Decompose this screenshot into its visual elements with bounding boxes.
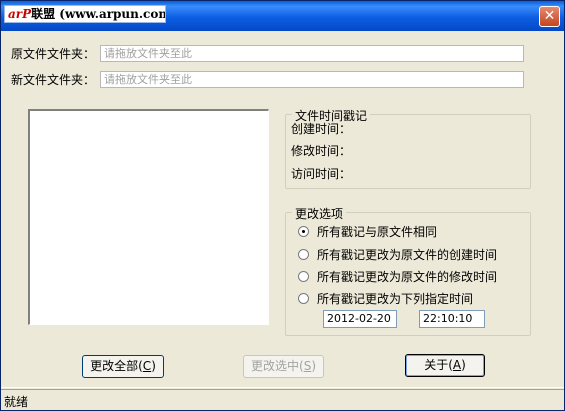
radio-use-specified[interactable]: 所有戳记更改为下列指定时间 bbox=[298, 290, 474, 306]
radio-dot-icon[interactable] bbox=[298, 293, 309, 304]
close-icon[interactable]: ✕ bbox=[539, 6, 560, 27]
file-list[interactable] bbox=[28, 109, 269, 325]
source-folder-label: 原文件文件夹： bbox=[11, 47, 96, 61]
radio-dot-icon[interactable] bbox=[298, 271, 309, 282]
about-hotkey: A bbox=[452, 358, 462, 372]
title-bar[interactable]: arP联盟 (www.arpun.com) ✕ bbox=[1, 1, 564, 31]
status-bar: 就绪 bbox=[1, 389, 564, 410]
logo-brand: arP bbox=[8, 7, 32, 21]
change-all-label: 更改全部( bbox=[90, 359, 143, 373]
title-logo: arP联盟 (www.arpun.com) bbox=[4, 5, 166, 23]
status-text: 就绪 bbox=[4, 395, 29, 409]
radio-use-modified[interactable]: 所有戳记更改为原文件的修改时间 bbox=[298, 268, 498, 284]
radio-label: 所有戳记更改为下列指定时间 bbox=[317, 292, 474, 306]
change-all-button[interactable]: 更改全部(C) bbox=[82, 355, 164, 378]
change-selected-paren: ) bbox=[311, 359, 316, 373]
change-selected-button[interactable]: 更改选中(S) bbox=[243, 355, 324, 378]
radio-dot-icon[interactable] bbox=[298, 226, 309, 237]
target-folder-label: 新文件文件夹： bbox=[11, 73, 96, 87]
radio-use-created[interactable]: 所有戳记更改为原文件的创建时间 bbox=[298, 246, 498, 262]
accessed-time-label: 访问时间： bbox=[291, 167, 352, 181]
time-picker[interactable]: 22:10:10 bbox=[419, 310, 485, 328]
change-all-hotkey: C bbox=[142, 359, 152, 373]
radio-dot-icon[interactable] bbox=[298, 249, 309, 260]
radio-label: 所有戳记更改为原文件的修改时间 bbox=[317, 270, 498, 284]
radio-label: 所有戳记更改为原文件的创建时间 bbox=[317, 248, 498, 262]
radio-same-as-source[interactable]: 所有戳记与原文件相同 bbox=[298, 223, 438, 239]
target-folder-input[interactable]: 请拖放文件夹至此 bbox=[100, 71, 524, 88]
change-all-paren: ) bbox=[151, 359, 156, 373]
date-picker[interactable]: 2012-02-20 bbox=[323, 310, 397, 328]
about-button[interactable]: 关于(A) bbox=[405, 354, 485, 377]
about-label: 关于( bbox=[424, 358, 453, 372]
created-time-label: 创建时间： bbox=[291, 122, 352, 136]
source-folder-input[interactable]: 请拖放文件夹至此 bbox=[100, 45, 524, 62]
modified-time-label: 修改时间： bbox=[291, 144, 352, 158]
main-window: arP联盟 (www.arpun.com) ✕ 原文件文件夹： 请拖放文件夹至此… bbox=[0, 0, 565, 411]
change-selected-label: 更改选中( bbox=[251, 359, 304, 373]
logo-text: 联盟 (www.arpun.com) bbox=[31, 7, 166, 21]
about-paren: ) bbox=[461, 358, 466, 372]
status-separator bbox=[1, 387, 564, 388]
options-group-title: 更改选项 bbox=[292, 205, 347, 222]
radio-label: 所有戳记与原文件相同 bbox=[317, 225, 438, 239]
